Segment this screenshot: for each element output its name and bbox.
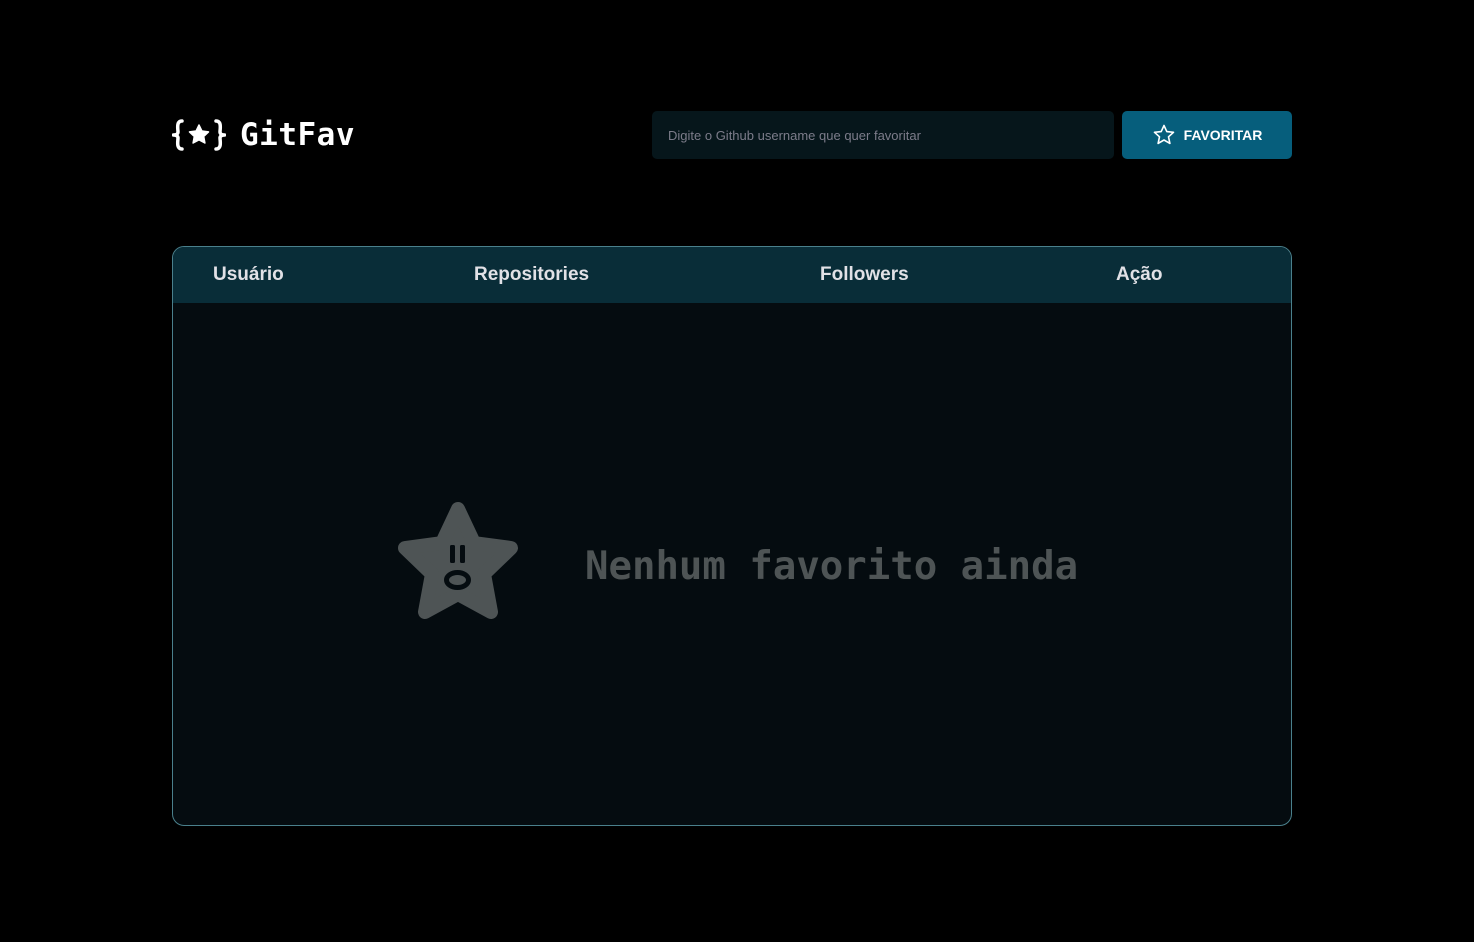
column-header-action: Ação [1116, 264, 1163, 285]
favorite-button-label: FAVORITAR [1183, 127, 1263, 143]
favorites-table: Usuário Repositories Followers Ação Nenh… [172, 246, 1292, 826]
star-outline-icon [1152, 123, 1176, 147]
table-header: Usuário Repositories Followers Ação [173, 247, 1291, 303]
empty-state-message: Nenhum favorito ainda [585, 543, 1079, 589]
search-input[interactable] [652, 111, 1114, 159]
favorite-button[interactable]: FAVORITAR [1122, 111, 1292, 159]
column-header-followers: Followers [820, 264, 909, 285]
app-title: GitFav [240, 117, 355, 153]
star-braces-icon [172, 117, 226, 153]
column-header-user: Usuário [213, 264, 284, 285]
surprised-star-icon [398, 502, 518, 619]
logo: GitFav [172, 111, 355, 159]
empty-state: Nenhum favorito ainda [391, 501, 1078, 631]
header: GitFav FAVORITAR [172, 111, 1292, 159]
column-header-repositories: Repositories [474, 264, 590, 285]
